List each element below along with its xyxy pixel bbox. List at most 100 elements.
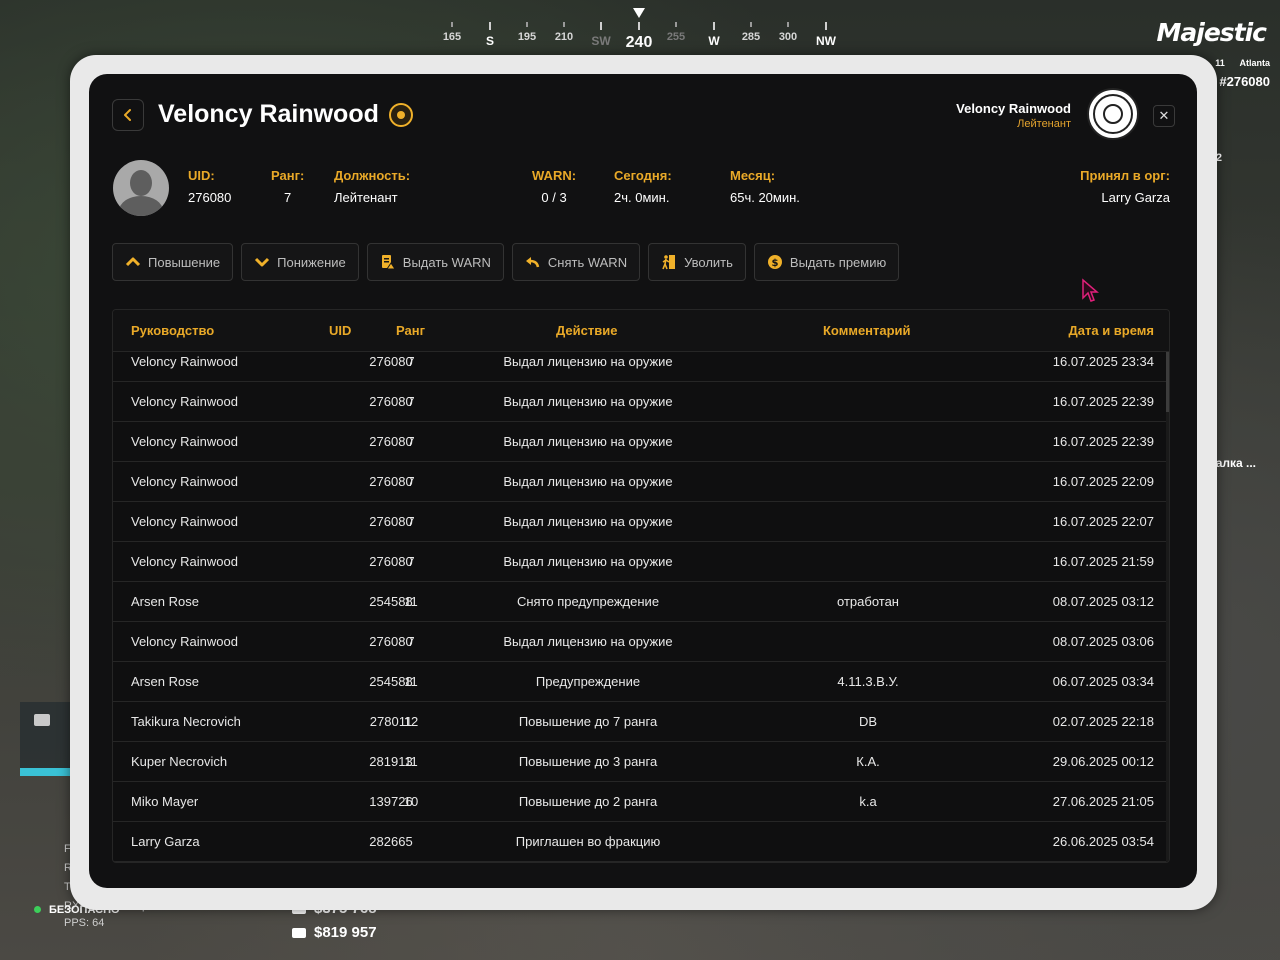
compass-heading-marker <box>633 8 645 18</box>
compass-label: S <box>485 34 494 48</box>
svg-text:$: $ <box>771 258 778 269</box>
cell-leader: Velоncy Rainwood <box>131 634 238 649</box>
compass-mark: SW <box>581 22 621 48</box>
cell-action: Выдал лицензию на оружие <box>503 434 673 449</box>
table-row: Kuper Necrovich 281913 11 Повышение до 3 ра… <box>113 742 1169 782</box>
cell-action: Приглашен во фракцию <box>515 834 661 849</box>
compass-mark: 165 <box>432 22 472 43</box>
table-row: Velоncy Rainwood 276080 7 Выдал лицензию на… <box>113 352 1169 382</box>
cell-action: Выдал лицензию на оружие <box>503 354 673 369</box>
info-month: Месяц: 65ч. 20мин. <box>730 168 800 205</box>
info-rank: Ранг: 7 <box>271 168 305 205</box>
compass-mark: 240 <box>619 22 659 52</box>
info-warn: WARN: 0 / 3 <box>532 168 577 205</box>
cell-action: Снято предупреждение <box>516 594 660 609</box>
cell-datetime: 16.07.2025 22:07 <box>1052 514 1154 529</box>
chevron-left-icon <box>124 109 131 121</box>
compass-label: 195 <box>517 31 537 43</box>
cell-rank: 7 <box>407 474 415 489</box>
member-badge-icon <box>389 103 413 127</box>
close-icon: ✕ <box>1158 108 1170 123</box>
column-datetime: Дата и время <box>1068 323 1155 338</box>
table-row: Arsen Rose 254588 11 Снято предупреждение от… <box>113 582 1169 622</box>
compass-mark: S <box>470 22 510 48</box>
stat-pps: PPS: 64 <box>64 917 105 929</box>
chevron-down-icon <box>255 257 270 267</box>
column-uid: UID <box>329 323 352 338</box>
chevron-up-icon <box>125 257 141 267</box>
promote-button[interactable]: Повышение <box>112 243 234 281</box>
cell-rank: 10 <box>403 794 419 809</box>
hud-city-num: 11 <box>1215 58 1225 68</box>
cell-datetime: 02.07.2025 22:18 <box>1052 714 1154 729</box>
fire-button[interactable]: Уволить <box>648 243 746 281</box>
column-comment: Комментарий <box>823 323 911 338</box>
cell-action: Повышение до 2 ранга <box>518 794 658 809</box>
demote-button[interactable]: Понижение <box>241 243 359 281</box>
coin-icon: $ <box>767 255 782 269</box>
remove-warn-button[interactable]: Снять WARN <box>511 243 641 281</box>
hud-side-text: алка ... <box>1215 456 1256 470</box>
cell-datetime: 16.07.2025 22:39 <box>1052 394 1154 409</box>
cell-action: Выдал лицензию на оружие <box>503 514 673 529</box>
current-user-name: Velоncy Rainwood <box>956 101 1071 116</box>
close-button[interactable]: ✕ <box>1153 105 1175 127</box>
bank-amount: $819 957 <box>292 924 377 941</box>
compass-label: W <box>708 34 720 48</box>
table-scrollbar-thumb[interactable] <box>1166 352 1169 412</box>
cell-action: Выдал лицензию на оружие <box>503 554 673 569</box>
cell-leader: Velоncy Rainwood <box>131 354 238 369</box>
cell-action: Повышение до 3 ранга <box>518 754 658 769</box>
back-button[interactable] <box>112 99 144 131</box>
table-row: Velоncy Rainwood 276080 7 Выдал лицензию на… <box>113 462 1169 502</box>
cell-leader: Arsen Rose <box>131 674 199 689</box>
current-user-role: Лейтенант <box>1017 118 1071 130</box>
cell-leader: Velоncy Rainwood <box>131 434 238 449</box>
table-row: Larry Garza 282665 Приглашен во фракцию 26.… <box>113 822 1169 862</box>
table-row: Arsen Rose 254588 11 Предупреждение 4.11.3.В… <box>113 662 1169 702</box>
hud-location: 11 Atlanta #276080 <box>1215 58 1270 89</box>
camera-icon <box>34 714 50 726</box>
page-title: Velоncy Rainwood <box>158 100 379 128</box>
cell-leader: Velоncy Rainwood <box>131 394 238 409</box>
compass-label: SW <box>591 34 611 48</box>
cell-comment: К.А. <box>856 754 880 769</box>
cell-datetime: 16.07.2025 21:59 <box>1052 554 1154 569</box>
cell-leader: Velоncy Rainwood <box>131 514 238 529</box>
table-row: Velоncy Rainwood 276080 7 Выдал лицензию на… <box>113 502 1169 542</box>
cell-datetime: 27.06.2025 21:05 <box>1052 794 1154 809</box>
cell-rank: 7 <box>407 394 415 409</box>
cell-leader: Velоncy Rainwood <box>131 474 238 489</box>
cell-leader: Takikura Necrovich <box>131 714 241 729</box>
give-warn-button[interactable]: Выдать WARN <box>366 243 504 281</box>
table-body[interactable]: Velоncy Rainwood 276080 7 Выдал лицензию на… <box>113 352 1169 862</box>
cell-datetime: 16.07.2025 22:09 <box>1052 474 1154 489</box>
table-row: Velоncy Rainwood 276080 7 Выдал лицензию на… <box>113 622 1169 662</box>
avatar <box>113 160 169 216</box>
cell-action: Выдал лицензию на оружие <box>503 634 673 649</box>
cell-action: Выдал лицензию на оружие <box>503 394 673 409</box>
cell-leader: Larry Garza <box>131 834 200 849</box>
hud-city: Atlanta <box>1239 58 1270 68</box>
table-row: Velоncy Rainwood 276080 7 Выдал лицензию на… <box>113 422 1169 462</box>
mouse-cursor-icon <box>1082 278 1099 302</box>
compass-label: 240 <box>625 34 653 51</box>
leave-door-icon <box>662 255 676 270</box>
table-scrollbar[interactable] <box>1166 352 1169 862</box>
bonus-button[interactable]: $ Выдать премию <box>753 243 900 281</box>
cell-rank: 7 <box>407 354 415 369</box>
cell-leader: Miko Mayer <box>131 794 199 809</box>
cell-comment: k.a <box>859 794 877 809</box>
warning-document-icon <box>381 255 396 270</box>
info-uid: UID: 276080 <box>188 168 232 205</box>
compass-mark: W <box>694 22 734 48</box>
safe-zone-dot <box>34 906 41 913</box>
card-icon <box>292 928 306 939</box>
cell-rank: 7 <box>407 554 415 569</box>
info-position: Должность: Лейтенант <box>334 168 411 205</box>
compass-label: 210 <box>554 31 574 43</box>
cell-leader: Arsen Rose <box>131 594 199 609</box>
cell-rank: 7 <box>407 434 415 449</box>
history-table: Руководство UID Ранг Действие Комментари… <box>112 309 1170 863</box>
cell-leader: Kuper Necrovich <box>131 754 228 769</box>
